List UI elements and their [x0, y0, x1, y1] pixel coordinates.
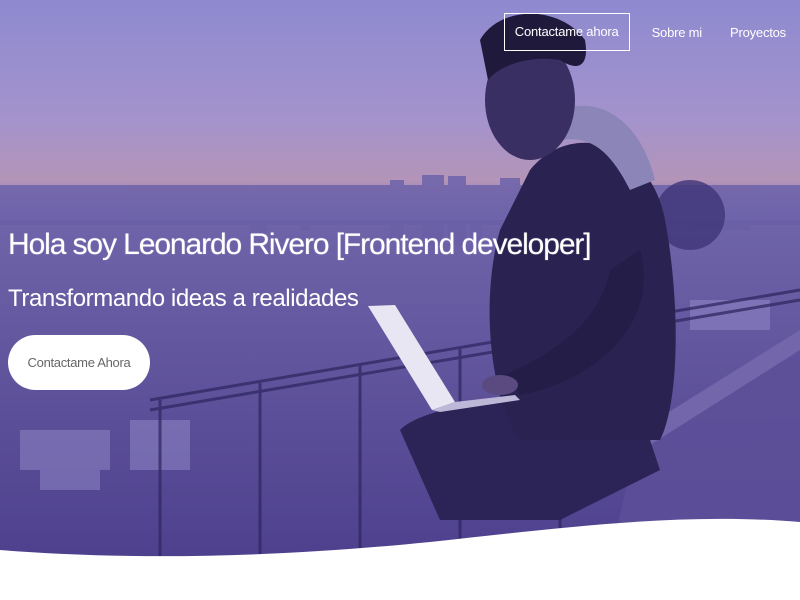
hero-headline: Hola soy Leonardo Rivero [Frontend devel… — [8, 228, 592, 261]
nav-link-sobre-mi[interactable]: Sobre mi — [652, 14, 703, 51]
hero-bottom-wave — [0, 518, 800, 600]
hero-subheadline: Transformando ideas a realidades — [8, 285, 359, 312]
hero-contact-button[interactable]: Contactame Ahora — [8, 335, 150, 390]
top-navigation: Contactame ahora Sobre mi Proyectos — [503, 13, 786, 51]
nav-link-proyectos[interactable]: Proyectos — [730, 14, 786, 51]
nav-contact-button[interactable]: Contactame ahora — [503, 13, 630, 51]
hero-section: Contactame ahora Sobre mi Proyectos Hola… — [0, 0, 800, 600]
